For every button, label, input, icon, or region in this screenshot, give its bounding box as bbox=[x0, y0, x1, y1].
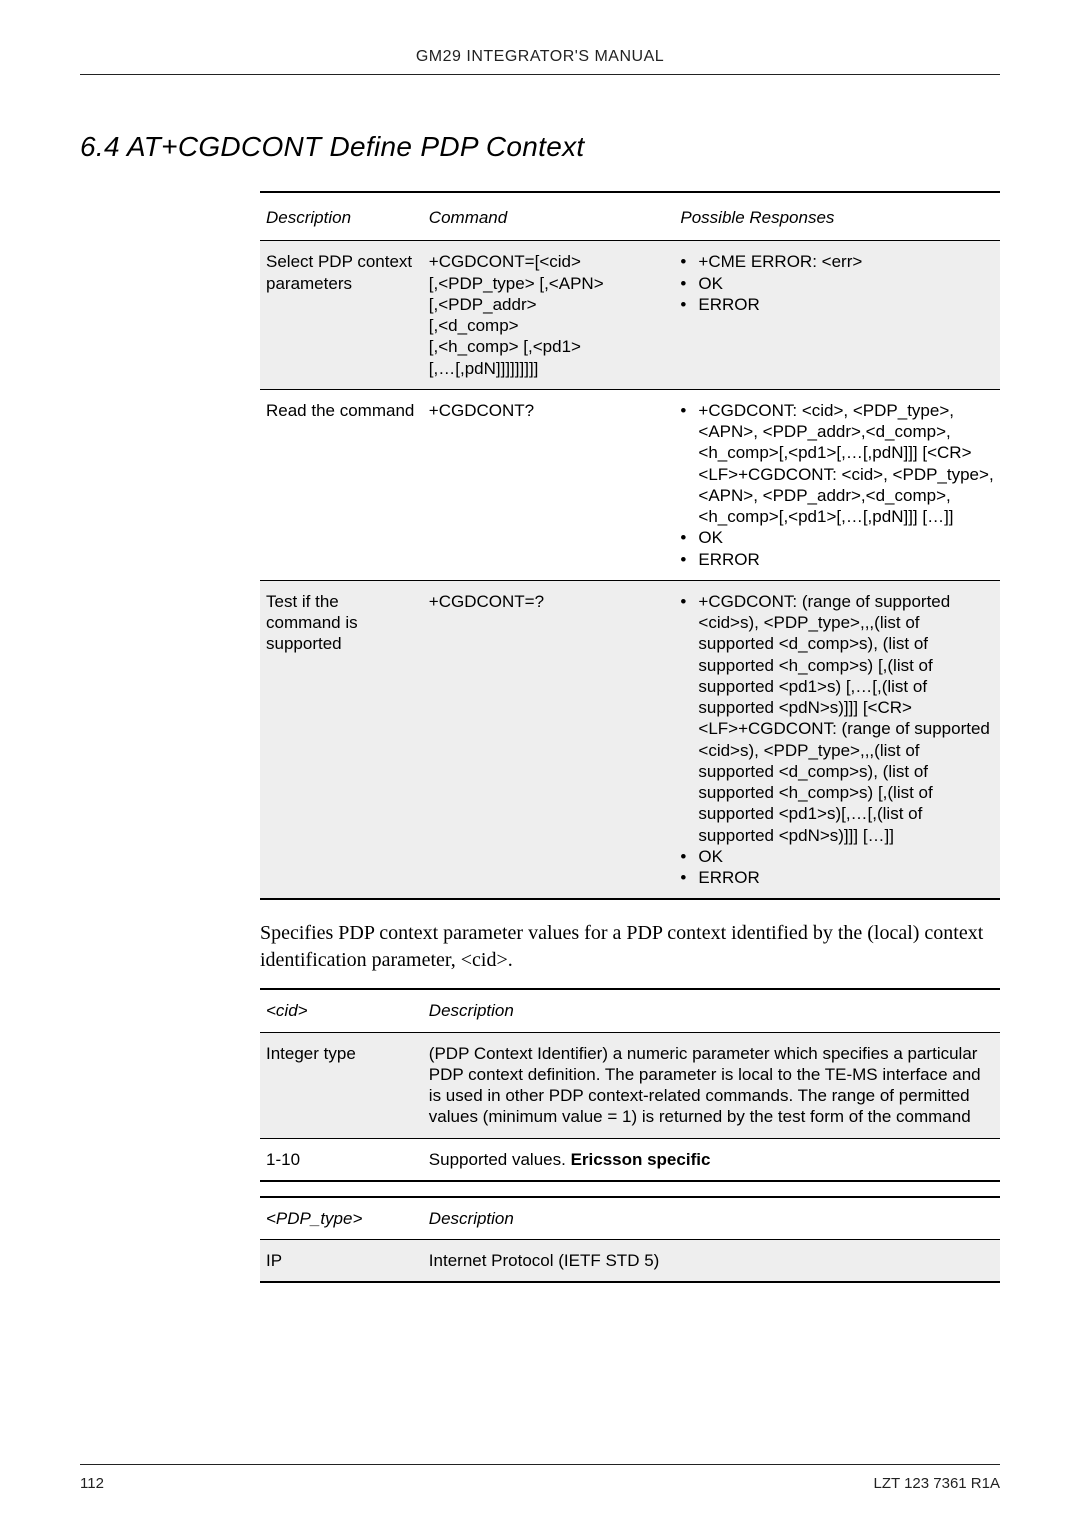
response-item: OK bbox=[680, 846, 994, 867]
pdp-type-table: <PDP_type> Description IPInternet Protoc… bbox=[260, 1196, 1000, 1284]
cell-description: Test if the command is supported bbox=[260, 580, 423, 899]
table-row: 1-10Supported values. Ericsson specific bbox=[260, 1138, 1000, 1181]
cell-command: +CGDCONT? bbox=[423, 389, 675, 580]
cell-desc: (PDP Context Identifier) a numeric param… bbox=[423, 1032, 1000, 1138]
cell-desc: Internet Protocol (IETF STD 5) bbox=[423, 1240, 1000, 1283]
section-title: 6.4 AT+CGDCONT Define PDP Context bbox=[80, 131, 1000, 163]
cell-param: 1-10 bbox=[260, 1138, 423, 1181]
cell-param: Integer type bbox=[260, 1032, 423, 1138]
th-command: Command bbox=[423, 192, 675, 241]
doc-header: GM29 INTEGRATOR'S MANUAL bbox=[80, 48, 1000, 66]
response-item: ERROR bbox=[680, 867, 994, 888]
table-row: Test if the command is supported+CGDCONT… bbox=[260, 580, 1000, 899]
response-item: OK bbox=[680, 273, 994, 294]
th-pdptype-desc: Description bbox=[423, 1197, 1000, 1240]
table-row: IPInternet Protocol (IETF STD 5) bbox=[260, 1240, 1000, 1283]
cell-param: IP bbox=[260, 1240, 423, 1283]
response-item: OK bbox=[680, 527, 994, 548]
doc-id: LZT 123 7361 R1A bbox=[874, 1475, 1000, 1492]
body-paragraph: Specifies PDP context parameter values f… bbox=[260, 920, 1000, 974]
table-row: Integer type(PDP Context Identifier) a n… bbox=[260, 1032, 1000, 1138]
th-cid-desc: Description bbox=[423, 989, 1000, 1032]
command-table: Description Command Possible Responses S… bbox=[260, 191, 1000, 900]
table-row: Select PDP context parameters+CGDCONT=[<… bbox=[260, 241, 1000, 390]
cell-description: Read the command bbox=[260, 389, 423, 580]
th-pdptype: <PDP_type> bbox=[260, 1197, 423, 1240]
cell-responses: +CME ERROR: <err>OKERROR bbox=[674, 241, 1000, 390]
cell-responses: +CGDCONT: (range of supported <cid>s), <… bbox=[674, 580, 1000, 899]
cell-responses: +CGDCONT: <cid>, <PDP_type>,<APN>, <PDP_… bbox=[674, 389, 1000, 580]
response-item: +CGDCONT: <cid>, <PDP_type>,<APN>, <PDP_… bbox=[680, 400, 994, 528]
page-footer: 112 LZT 123 7361 R1A bbox=[80, 1464, 1000, 1492]
response-item: +CGDCONT: (range of supported <cid>s), <… bbox=[680, 591, 994, 846]
cell-command: +CGDCONT=? bbox=[423, 580, 675, 899]
th-description: Description bbox=[260, 192, 423, 241]
th-responses: Possible Responses bbox=[674, 192, 1000, 241]
cell-desc: Supported values. Ericsson specific bbox=[423, 1138, 1000, 1181]
page-number: 112 bbox=[80, 1475, 104, 1492]
response-item: ERROR bbox=[680, 549, 994, 570]
cell-command: +CGDCONT=[<cid>[,<PDP_type> [,<APN>[,<PD… bbox=[423, 241, 675, 390]
cell-description: Select PDP context parameters bbox=[260, 241, 423, 390]
cid-table: <cid> Description Integer type(PDP Conte… bbox=[260, 988, 1000, 1182]
response-item: +CME ERROR: <err> bbox=[680, 251, 994, 272]
table-row: Read the command+CGDCONT?+CGDCONT: <cid>… bbox=[260, 389, 1000, 580]
th-cid: <cid> bbox=[260, 989, 423, 1032]
response-item: ERROR bbox=[680, 294, 994, 315]
header-rule bbox=[80, 74, 1000, 75]
